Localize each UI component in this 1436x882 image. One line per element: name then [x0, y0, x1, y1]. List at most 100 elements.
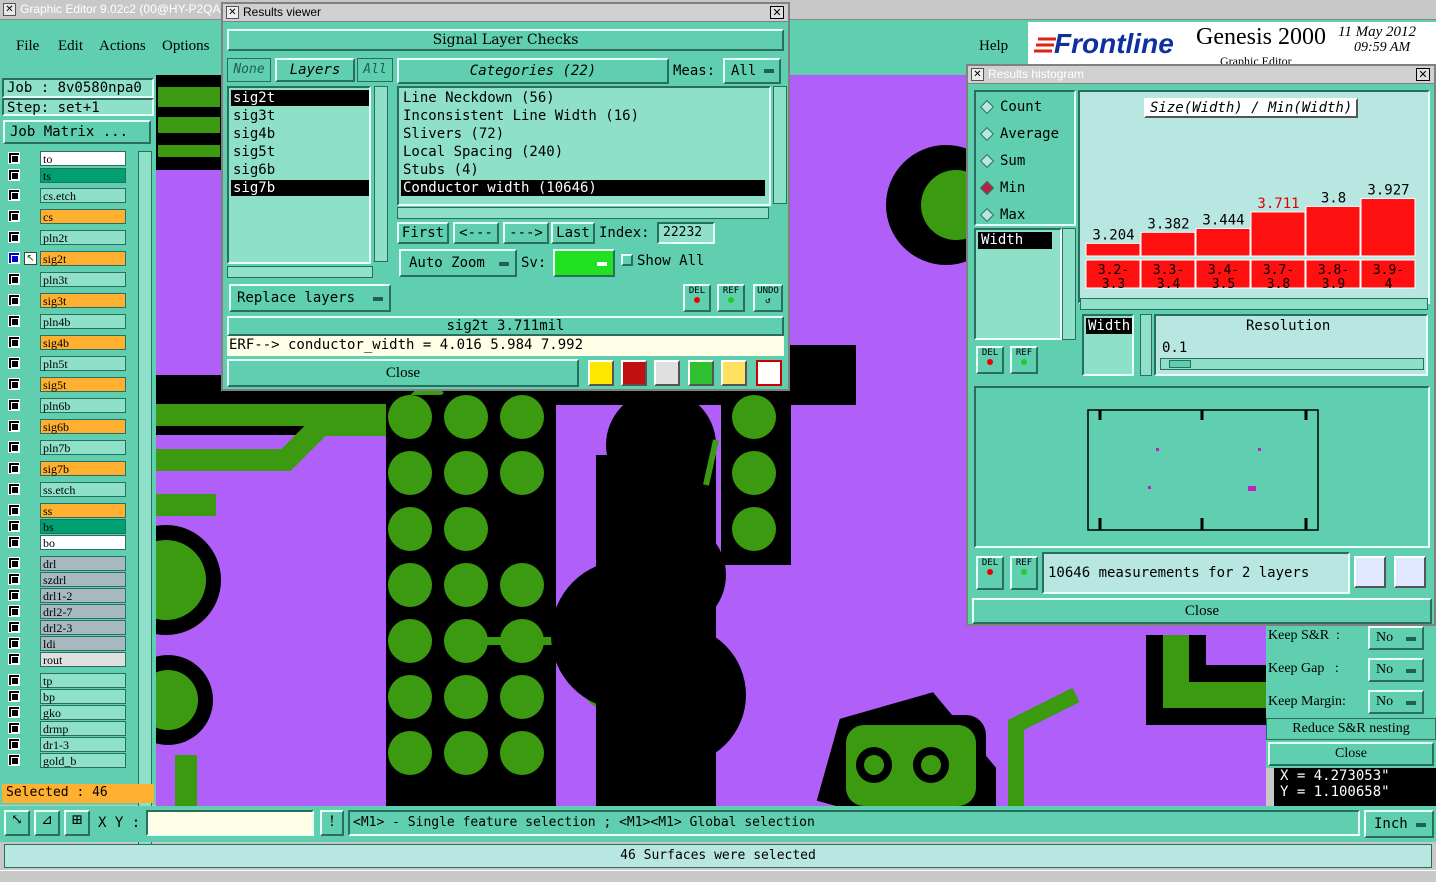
histogram-bar[interactable] — [1360, 198, 1416, 257]
histogram-hscroll[interactable] — [1080, 298, 1428, 310]
layer-row-gold_b[interactable]: gold_b — [8, 753, 126, 768]
layer-row-ts[interactable]: ts — [8, 168, 126, 183]
layer-checkbox[interactable] — [8, 357, 20, 369]
grid-tool-icon[interactable]: ⊞ — [64, 810, 90, 836]
viewer-close-button[interactable]: Close — [227, 359, 579, 387]
layer-checkbox[interactable] — [8, 589, 20, 601]
layer-row-ss[interactable]: ss — [8, 503, 126, 518]
layer-name[interactable]: ts — [40, 168, 126, 183]
layer-results-scrollbar[interactable] — [374, 86, 388, 262]
layer-name[interactable]: sig5t — [40, 377, 126, 392]
layer-checkbox[interactable] — [8, 399, 20, 411]
layer-name[interactable]: pln3t — [40, 272, 126, 287]
layer-checkbox[interactable] — [8, 462, 20, 474]
layer-row-szdrl[interactable]: szdrl — [8, 572, 126, 587]
hist-del-button[interactable]: DEL — [976, 346, 1004, 374]
histogram-bar[interactable] — [1085, 242, 1141, 257]
snap-tool-icon[interactable]: ⤡ — [4, 810, 30, 836]
layer-row-tp[interactable]: tp — [8, 673, 126, 688]
layer-checkbox[interactable] — [8, 674, 20, 686]
layer-checkbox[interactable] — [8, 722, 20, 734]
show-all-checkbox[interactable] — [621, 254, 633, 266]
layer-checkbox[interactable] — [8, 210, 20, 222]
histogram-bar[interactable] — [1140, 231, 1196, 257]
layer-checkbox[interactable] — [8, 483, 20, 495]
layer-row-pln3t[interactable]: pln3t — [8, 272, 126, 287]
result-layer-item[interactable]: sig5t — [231, 144, 369, 160]
layer-name[interactable]: szdrl — [40, 572, 126, 587]
layer-checkbox[interactable] — [8, 754, 20, 766]
layer-row-ss.etch[interactable]: ss.etch — [8, 482, 126, 497]
layer-name[interactable]: bs — [40, 519, 126, 534]
stat-option-max[interactable]: Max — [979, 206, 1072, 226]
width-list-scrollbar[interactable] — [1062, 228, 1076, 340]
layer-checkbox[interactable] — [8, 573, 20, 585]
layer-row-cs[interactable]: cs — [8, 209, 126, 224]
layer-row-pln2t[interactable]: pln2t — [8, 230, 126, 245]
meas-dropdown[interactable]: All — [723, 58, 781, 84]
menu-edit[interactable]: Edit — [58, 38, 83, 55]
layer-row-bs[interactable]: bs — [8, 519, 126, 534]
layer-checkbox[interactable] — [8, 294, 20, 306]
category-item[interactable]: Conductor width (10646) — [401, 180, 765, 196]
layer-name[interactable]: pln2t — [40, 230, 126, 245]
layer-row-ldi[interactable]: ldi — [8, 636, 126, 651]
all-button[interactable]: All — [357, 58, 393, 82]
layer-name[interactable]: pln5t — [40, 356, 126, 371]
width-box-scrollbar[interactable] — [1140, 314, 1152, 376]
histogram-bar[interactable] — [1305, 205, 1361, 257]
width-item[interactable]: Width — [978, 232, 1052, 249]
export-icon[interactable] — [621, 360, 647, 386]
layer-row-pln4b[interactable]: pln4b — [8, 314, 126, 329]
layer-row-bo[interactable]: bo — [8, 535, 126, 550]
menu-actions[interactable]: Actions — [99, 38, 146, 55]
category-item[interactable]: Stubs (4) — [401, 162, 765, 178]
stat-option-sum[interactable]: Sum — [979, 152, 1072, 172]
layer-row-cs.etch[interactable]: cs.etch — [8, 188, 126, 203]
layer-name[interactable]: cs — [40, 209, 126, 224]
histogram-bar[interactable] — [1250, 211, 1306, 257]
menu-help[interactable]: Help — [979, 38, 1008, 55]
layer-checkbox[interactable] — [8, 378, 20, 390]
width-list[interactable]: Width — [974, 228, 1062, 340]
layers-button[interactable]: Layers — [275, 58, 355, 82]
layer-name[interactable]: pln4b — [40, 314, 126, 329]
next-button[interactable]: ---> — [503, 222, 549, 244]
layer-name[interactable]: gko — [40, 705, 126, 720]
layer-name[interactable]: tp — [40, 673, 126, 688]
layer-row-rout[interactable]: rout — [8, 652, 126, 667]
layer-row-sig2t[interactable]: ↖ sig2t — [8, 251, 126, 266]
last-button[interactable]: Last — [551, 222, 595, 244]
layer-results-hscroll[interactable] — [227, 266, 373, 278]
category-scrollbar[interactable] — [773, 86, 787, 204]
radio-diamond-icon[interactable] — [979, 153, 995, 169]
keep-close-button[interactable]: Close — [1268, 742, 1434, 766]
layer-checkbox[interactable] — [8, 152, 20, 164]
undo-button[interactable]: UNDO ↺ — [753, 284, 783, 312]
layer-checkbox[interactable] — [8, 621, 20, 633]
job-matrix-button[interactable]: Job Matrix ... — [3, 120, 151, 144]
histogram-icon[interactable] — [756, 360, 782, 386]
layer-name[interactable]: sig2t — [40, 251, 126, 266]
prev-button[interactable]: <--- — [453, 222, 499, 244]
radio-diamond-icon[interactable] — [979, 180, 995, 196]
category-item[interactable]: Slivers (72) — [401, 126, 765, 142]
layer-name[interactable]: sig7b — [40, 461, 126, 476]
layer-row-gko[interactable]: gko — [8, 705, 126, 720]
layer-name[interactable]: bo — [40, 535, 126, 550]
layer-name[interactable]: cs.etch — [40, 188, 126, 203]
layer-checkbox[interactable] — [8, 536, 20, 548]
result-layer-item[interactable]: sig3t — [231, 108, 369, 124]
layer-list[interactable]: to ts cs.etch cs pln2t ↖ sig2t pln3t sig3t pln4b s… — [2, 151, 136, 857]
zoom-histogram-icon[interactable] — [1354, 556, 1386, 588]
keep-sr-dropdown[interactable]: No — [1368, 626, 1424, 650]
layer-checkbox[interactable] — [8, 706, 20, 718]
layer-name[interactable]: gold_b — [40, 753, 126, 768]
resolution-slider[interactable] — [1160, 358, 1424, 370]
layer-checkbox[interactable] — [8, 273, 20, 285]
first-button[interactable]: First — [397, 222, 449, 244]
layer-scrollbar[interactable] — [138, 151, 152, 855]
layer-row-pln6b[interactable]: pln6b — [8, 398, 126, 413]
info-icon[interactable]: ! — [320, 810, 344, 836]
xy-input[interactable] — [146, 810, 314, 836]
